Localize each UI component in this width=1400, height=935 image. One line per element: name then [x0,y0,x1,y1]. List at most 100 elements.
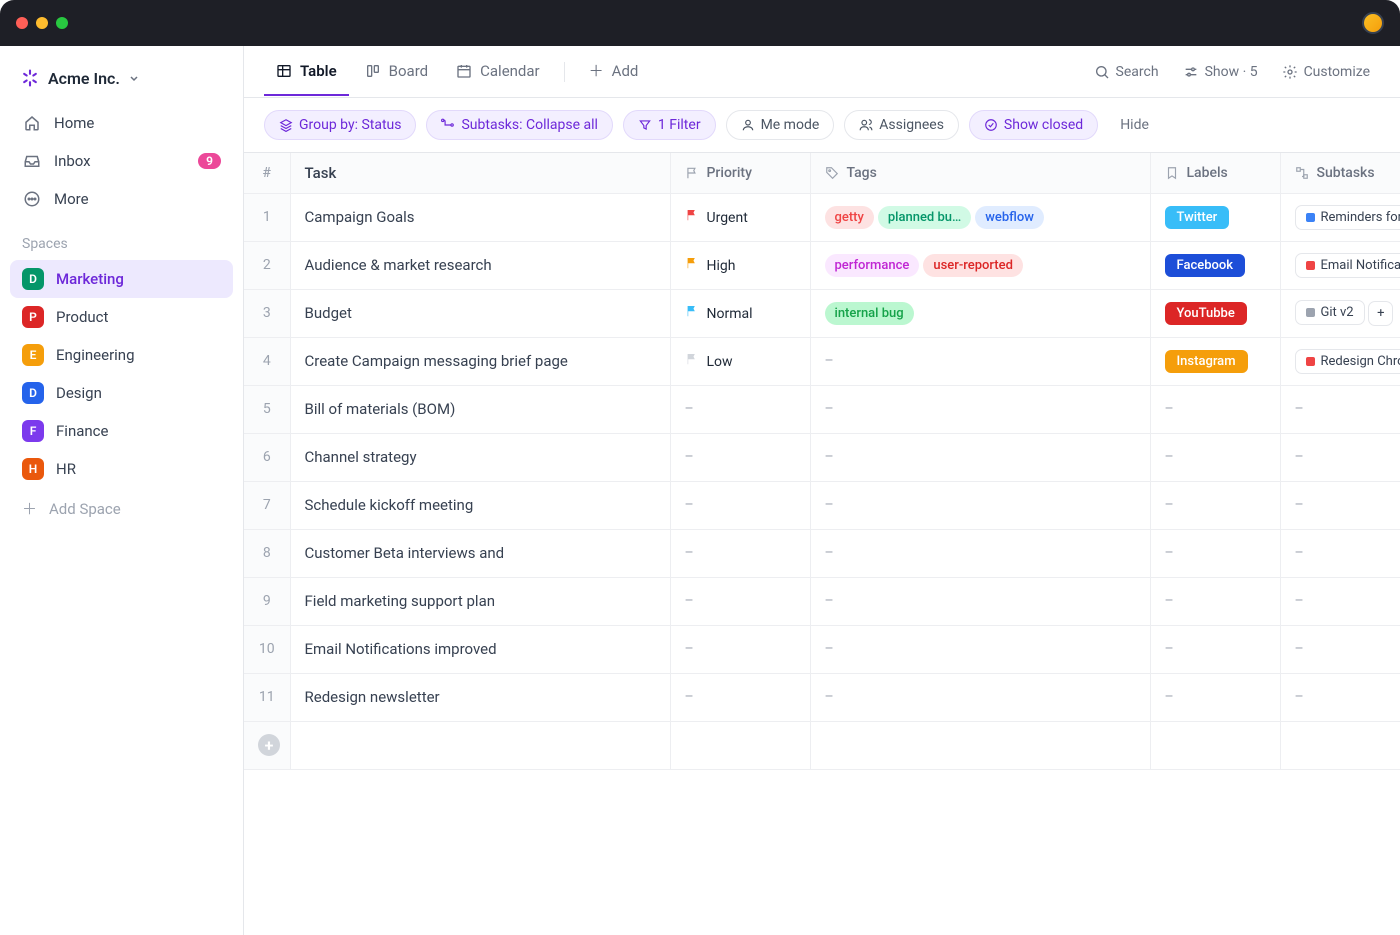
subtasks-cell[interactable]: – [1280,529,1400,577]
tag-pill[interactable]: getty [825,206,874,229]
priority-cell[interactable]: – [670,577,810,625]
table-row[interactable]: 7 Schedule kickoff meeting – – – – [244,481,1400,529]
subtasks-cell[interactable]: – [1280,577,1400,625]
table-row[interactable]: 6 Channel strategy – – – – [244,433,1400,481]
priority-cell[interactable]: Normal [670,289,810,337]
assignees-chip[interactable]: Assignees [844,110,959,140]
table-row[interactable]: 9 Field marketing support plan – – – – [244,577,1400,625]
label-pill[interactable]: YouTubbe [1165,302,1247,325]
tags-cell[interactable]: – [810,481,1150,529]
subtasks-cell[interactable]: – [1280,673,1400,721]
subtasks-cell[interactable]: Reminders for [1280,193,1400,241]
labels-cell[interactable]: Instagram [1150,337,1280,385]
tag-pill[interactable]: user-reported [923,254,1023,277]
subtask-chip[interactable]: Email Notificat [1295,253,1400,278]
add-row[interactable]: + [244,721,290,769]
priority-cell[interactable]: High [670,241,810,289]
show-closed-chip[interactable]: Show closed [969,110,1098,140]
tags-cell[interactable]: – [810,673,1150,721]
tags-cell[interactable]: gettyplanned bu…webflow [810,193,1150,241]
priority-cell[interactable]: Urgent [670,193,810,241]
tags-cell[interactable]: – [810,337,1150,385]
table-row[interactable]: 1 Campaign Goals Urgent gettyplanned bu…… [244,193,1400,241]
tags-cell[interactable]: – [810,433,1150,481]
subtask-chip[interactable]: Redesign Chro [1295,349,1400,374]
labels-cell[interactable]: – [1150,481,1280,529]
add-space-button[interactable]: ＋ Add Space [10,488,233,529]
task-name-cell[interactable]: Redesign newsletter [290,673,670,721]
view-tab-table[interactable]: Table [264,48,349,96]
sidebar-space-item[interactable]: PProduct [10,298,233,336]
labels-cell[interactable]: – [1150,577,1280,625]
priority-cell[interactable]: – [670,433,810,481]
priority-cell[interactable]: Low [670,337,810,385]
subtasks-cell[interactable]: Email Notificat [1280,241,1400,289]
tags-cell[interactable]: – [810,385,1150,433]
nav-more[interactable]: More [10,180,233,218]
hide-button[interactable]: Hide [1120,117,1149,133]
task-name-cell[interactable]: Email Notifications improved [290,625,670,673]
maximize-window-button[interactable] [56,17,68,29]
tag-pill[interactable]: webflow [975,206,1044,229]
subtasks-cell[interactable]: Redesign Chro [1280,337,1400,385]
labels-cell[interactable]: YouTubbe [1150,289,1280,337]
view-tab-calendar[interactable]: Calendar [444,48,552,96]
table-row[interactable]: 5 Bill of materials (BOM) – – – – [244,385,1400,433]
priority-cell[interactable]: – [670,625,810,673]
subtask-chip[interactable]: Git v2 [1295,300,1365,325]
table-row[interactable]: 3 Budget Normal internal bug YouTubbe Gi… [244,289,1400,337]
col-header-labels[interactable]: Labels [1150,153,1280,193]
col-header-task[interactable]: Task [290,153,670,193]
view-tab-board[interactable]: Board [353,48,440,96]
search-button[interactable]: Search [1084,58,1169,86]
table-row[interactable]: 4 Create Campaign messaging brief page L… [244,337,1400,385]
table-row[interactable]: 8 Customer Beta interviews and – – – – [244,529,1400,577]
labels-cell[interactable]: – [1150,673,1280,721]
labels-cell[interactable]: Twitter [1150,193,1280,241]
subtasks-cell[interactable]: – [1280,385,1400,433]
task-name-cell[interactable]: Budget [290,289,670,337]
sidebar-space-item[interactable]: EEngineering [10,336,233,374]
sidebar-space-item[interactable]: DDesign [10,374,233,412]
add-subtask-button[interactable]: + [1368,301,1393,326]
labels-cell[interactable]: – [1150,529,1280,577]
subtasks-cell[interactable]: – [1280,625,1400,673]
task-name-cell[interactable]: Create Campaign messaging brief page [290,337,670,385]
nav-home[interactable]: Home [10,104,233,142]
sidebar-space-item[interactable]: HHR [10,450,233,488]
labels-cell[interactable]: – [1150,433,1280,481]
priority-cell[interactable]: – [670,481,810,529]
sidebar-space-item[interactable]: DMarketing [10,260,233,298]
priority-cell[interactable]: – [670,385,810,433]
tag-pill[interactable]: planned bu… [878,206,971,229]
workspace-switcher[interactable]: Acme Inc. [10,60,233,104]
col-header-subtasks[interactable]: Subtasks [1280,153,1400,193]
subtask-chip[interactable]: Reminders for [1295,205,1400,230]
subtasks-cell[interactable]: – [1280,481,1400,529]
task-name-cell[interactable]: Customer Beta interviews and [290,529,670,577]
subtasks-chip[interactable]: Subtasks: Collapse all [426,110,612,140]
me-mode-chip[interactable]: Me mode [726,110,835,140]
table-row[interactable]: 2 Audience & market research High perfor… [244,241,1400,289]
subtasks-cell[interactable]: Git v2 + [1280,289,1400,337]
subtasks-cell[interactable]: – [1280,433,1400,481]
tags-cell[interactable]: – [810,577,1150,625]
customize-button[interactable]: Customize [1272,58,1380,86]
show-columns-button[interactable]: Show · 5 [1173,58,1268,86]
tag-pill[interactable]: internal bug [825,302,914,325]
tag-pill[interactable]: performance [825,254,920,277]
nav-inbox[interactable]: Inbox 9 [10,142,233,180]
sidebar-space-item[interactable]: FFinance [10,412,233,450]
tags-cell[interactable]: performanceuser-reported [810,241,1150,289]
table-row[interactable]: 10 Email Notifications improved – – – – [244,625,1400,673]
tags-cell[interactable]: – [810,625,1150,673]
task-name-cell[interactable]: Bill of materials (BOM) [290,385,670,433]
close-window-button[interactable] [16,17,28,29]
priority-cell[interactable]: – [670,529,810,577]
labels-cell[interactable]: – [1150,625,1280,673]
group-by-chip[interactable]: Group by: Status [264,110,416,140]
task-name-cell[interactable]: Field marketing support plan [290,577,670,625]
col-header-number[interactable]: # [244,153,290,193]
label-pill[interactable]: Instagram [1165,350,1248,373]
col-header-priority[interactable]: Priority [670,153,810,193]
